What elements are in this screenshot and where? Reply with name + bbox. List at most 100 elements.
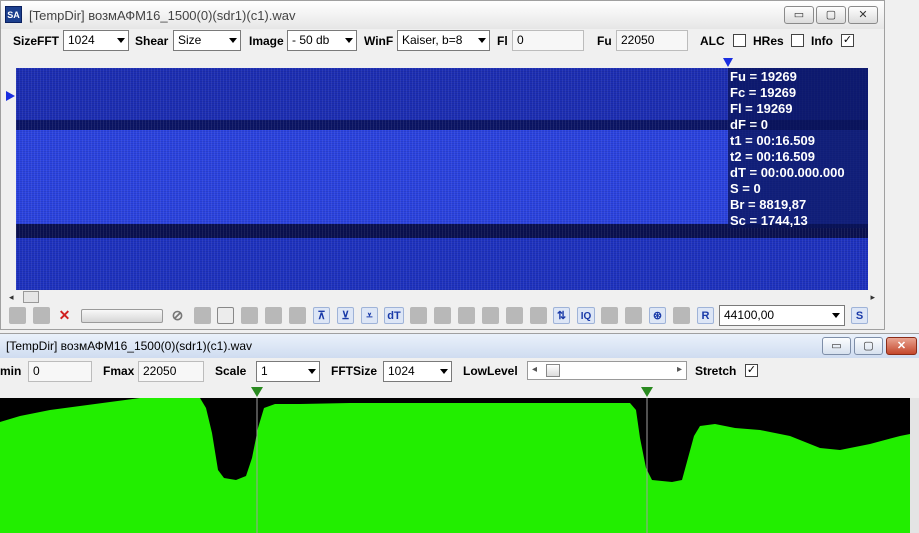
- info-sc: Sc = 1744,13: [730, 213, 808, 228]
- slider-right-icon[interactable]: ▸: [677, 364, 682, 375]
- time-cursor-marker[interactable]: [6, 91, 15, 101]
- fu-field[interactable]: 22050: [616, 30, 688, 51]
- shear-label: Shear: [135, 34, 169, 48]
- winf-value: Kaiser, b=8: [402, 33, 463, 47]
- cursor-bottom-icon[interactable]: ⊻: [337, 307, 354, 324]
- sizefft-select[interactable]: 1024: [63, 30, 129, 51]
- tool-strip: ✕ ⊘ ⊼ ⊻ ⩡ dT ⇅ IQ ⊛ R 44100,00 S: [1, 304, 884, 328]
- scale-select[interactable]: 1: [256, 361, 320, 382]
- dt-button[interactable]: dT: [384, 307, 404, 324]
- slider-thumb[interactable]: [546, 364, 560, 377]
- fl-field[interactable]: 0: [512, 30, 584, 51]
- swap-icon[interactable]: ⇅: [553, 307, 570, 324]
- iq-button[interactable]: IQ: [577, 307, 595, 324]
- scale-value: 1: [261, 364, 268, 378]
- tool-icon[interactable]: [241, 307, 258, 324]
- cursor-both-icon[interactable]: ⩡: [361, 307, 378, 324]
- hres-checkbox[interactable]: [791, 34, 804, 47]
- image-label: Image: [249, 34, 284, 48]
- tool-icon[interactable]: [194, 307, 211, 324]
- chevron-down-icon: [345, 38, 353, 43]
- winf-select[interactable]: Kaiser, b=8: [397, 30, 490, 51]
- fftsize-label: FFTSize: [331, 364, 378, 378]
- spectrogram-controls: SizeFFT 1024 Shear Size Image - 50 db Wi…: [1, 29, 884, 53]
- volume-slider[interactable]: [81, 309, 163, 323]
- close-button[interactable]: ✕: [848, 6, 878, 24]
- fmax-label: Fmax: [103, 364, 135, 378]
- r-button[interactable]: R: [697, 307, 714, 324]
- info-t1: t1 = 00:16.509: [730, 133, 815, 148]
- vertical-scrollbar[interactable]: [910, 398, 919, 533]
- lowlevel-label: LowLevel: [463, 364, 518, 378]
- cursor-marker-icon[interactable]: [251, 387, 263, 397]
- cursor-marker-icon[interactable]: [641, 387, 653, 397]
- alc-label: ALC: [700, 34, 725, 48]
- tool-icon[interactable]: [601, 307, 618, 324]
- alc-checkbox[interactable]: [733, 34, 746, 47]
- scroll-right-icon[interactable]: ▸: [870, 292, 875, 303]
- shear-select[interactable]: Size: [173, 30, 241, 51]
- save-icon[interactable]: [33, 307, 50, 324]
- tool-icon[interactable]: [410, 307, 427, 324]
- tool-icon[interactable]: [673, 307, 690, 324]
- fftsize-select[interactable]: 1024: [383, 361, 452, 382]
- tool-icon[interactable]: [482, 307, 499, 324]
- scroll-left-icon[interactable]: ◂: [9, 292, 14, 303]
- spectrum-fill: [0, 398, 910, 533]
- cursor-top-icon[interactable]: ⊼: [313, 307, 330, 324]
- info-t2: t2 = 00:16.509: [730, 149, 815, 164]
- tool-icon[interactable]: [434, 307, 451, 324]
- chevron-down-icon: [478, 38, 486, 43]
- fu-label: Fu: [597, 34, 612, 48]
- tool-icon[interactable]: [458, 307, 475, 324]
- tool-icon[interactable]: [506, 307, 523, 324]
- spectrum-plot[interactable]: [0, 398, 910, 533]
- samplerate-select[interactable]: 44100,00: [719, 305, 845, 326]
- shear-value: Size: [178, 33, 202, 47]
- tool-icon[interactable]: [625, 307, 642, 324]
- scale-label: Scale: [215, 364, 247, 378]
- title-bar[interactable]: [TempDir] возмАФМ16_1500(0)(sdr1)(c1).wa…: [0, 334, 919, 358]
- spectrum-controls: min 0 Fmax 22050 Scale 1 FFTSize 1024 Lo…: [0, 358, 919, 384]
- close-button[interactable]: ✕: [886, 337, 917, 355]
- samplerate-value: 44100,00: [724, 308, 775, 322]
- tool-icon[interactable]: [265, 307, 282, 324]
- fftsize-value: 1024: [388, 364, 415, 378]
- minimize-button[interactable]: ▭: [822, 337, 851, 355]
- chevron-down-icon: [832, 313, 840, 318]
- stretch-checkbox[interactable]: ✓: [745, 364, 758, 377]
- info-fl: Fl = 19269: [730, 101, 793, 116]
- frequency-cursor-marker[interactable]: [723, 58, 733, 67]
- open-icon[interactable]: [9, 307, 26, 324]
- spectrogram-window: SA [TempDir] возмАФМ16_1500(0)(sdr1)(c1)…: [0, 0, 885, 330]
- info-checkbox[interactable]: ✓: [841, 34, 854, 47]
- record-icon[interactable]: ⊛: [649, 307, 666, 324]
- scroll-thumb[interactable]: [23, 291, 39, 303]
- info-panel: Fu = 19269 Fc = 19269 Fl = 19269 dF = 0 …: [728, 68, 868, 228]
- image-select[interactable]: - 50 db: [287, 30, 357, 51]
- maximize-button[interactable]: ▢: [816, 6, 846, 24]
- chevron-down-icon: [308, 369, 316, 374]
- app-icon: SA: [5, 6, 22, 23]
- sizefft-label: SizeFFT: [13, 34, 60, 48]
- tool-icon[interactable]: [289, 307, 306, 324]
- title-bar[interactable]: SA [TempDir] возмАФМ16_1500(0)(sdr1)(c1)…: [1, 1, 884, 29]
- frame-icon[interactable]: [217, 307, 234, 324]
- stretch-label: Stretch: [695, 364, 737, 378]
- horizontal-scrollbar[interactable]: ◂ ▸: [9, 291, 875, 303]
- tool-icon[interactable]: [530, 307, 547, 324]
- maximize-button[interactable]: ▢: [854, 337, 883, 355]
- minimize-button[interactable]: ▭: [784, 6, 814, 24]
- stop-icon[interactable]: ⊘: [169, 307, 186, 324]
- delete-icon[interactable]: ✕: [56, 307, 73, 324]
- image-value: - 50 db: [292, 33, 330, 47]
- fmin-field[interactable]: 0: [28, 361, 92, 382]
- info-fc: Fc = 19269: [730, 85, 797, 100]
- s-button[interactable]: S: [851, 307, 868, 324]
- lowlevel-slider[interactable]: ◂ ▸: [527, 361, 687, 380]
- spectrogram-canvas[interactable]: Fu = 19269 Fc = 19269 Fl = 19269 dF = 0 …: [16, 68, 868, 290]
- hres-label: HRes: [753, 34, 784, 48]
- slider-left-icon[interactable]: ◂: [532, 364, 537, 375]
- fmax-field[interactable]: 22050: [138, 361, 204, 382]
- fmin-label: min: [0, 364, 22, 378]
